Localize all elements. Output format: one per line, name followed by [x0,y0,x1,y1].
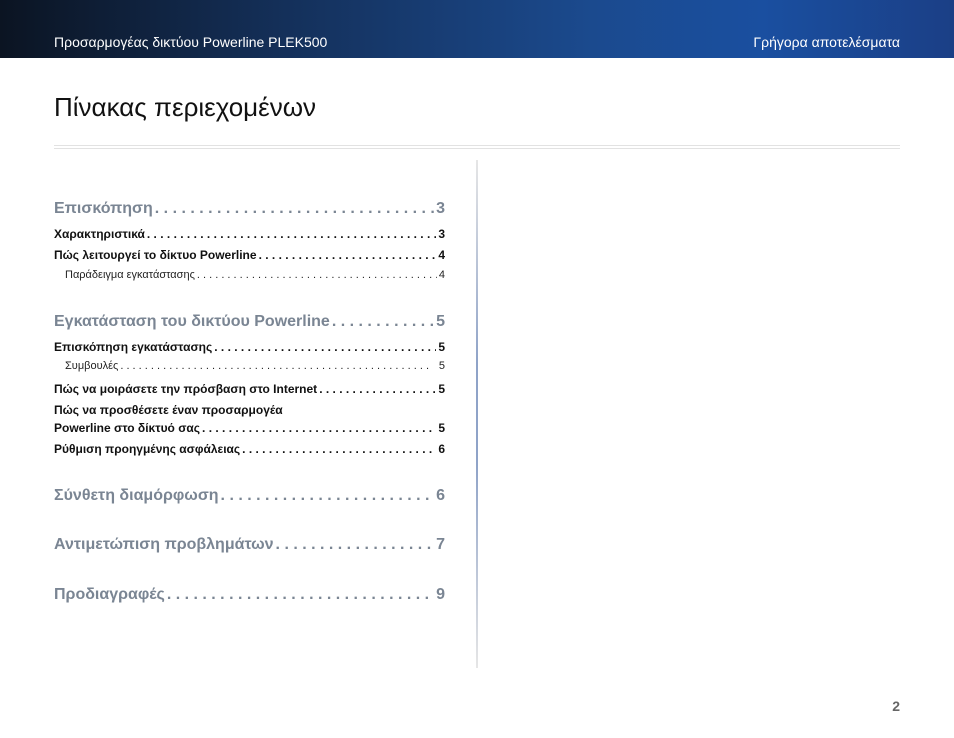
page-number: 2 [892,698,900,714]
toc-entry-label: Χαρακτηριστικά [54,227,145,241]
header-product-name: Προσαρμογέας δικτύου Powerline PLEK500 [54,34,328,50]
toc-dot-leader: . . . . . . . . . . . . . . . . . . . . … [120,360,429,372]
toc-entry-powerline-installation[interactable]: Εγκατάσταση του δικτύου Powerline . . . … [54,313,445,331]
title-divider [54,145,900,149]
toc-entry-label: Πώς να μοιράσετε την πρόσβαση στο Intern… [54,382,318,396]
toc-entry-add-adapter-line1[interactable]: Πώς να προσθέσετε έναν προσαρμογέα [54,403,283,417]
toc-page-number: 3 [436,200,445,217]
toc-dot-leader: . . . . . . . . . . . . . . . . . . . . … [202,421,436,435]
page-title: Πίνακας περιεχομένων [54,92,317,122]
column-divider [476,160,478,668]
toc-dot-leader: . . . . . . . . . . . . . . . . . . . . … [331,313,435,330]
toc-entry-label: Παράδειγμα εγκατάστασης [65,269,195,281]
toc-page-number: 5 [438,340,445,354]
toc-dot-leader: . . . . . . . . . . . . . . . . . . . . … [196,269,437,281]
toc-page-number: 6 [436,487,445,504]
toc-entry-how-powerline-works[interactable]: Πώς λειτουργεί το δίκτυο Powerline . . .… [54,248,445,262]
toc-entry-advanced-security[interactable]: Ρύθμιση προηγμένης ασφάλειας . . . . . .… [54,442,445,456]
toc-page-number: 3 [438,227,445,241]
toc-entry-label: Πώς λειτουργεί το δίκτυο Powerline [54,248,257,262]
toc-entry-label: Σύνθετη διαμόρφωση [54,487,219,504]
toc-dot-leader: . . . . . . . . . . . . . . . . . . . . … [146,227,436,241]
page-header-band: Προσαρμογέας δικτύου Powerline PLEK500 Γ… [0,0,954,58]
toc-page-number: 4 [438,248,445,262]
toc-entry-specifications[interactable]: Προδιαγραφές . . . . . . . . . . . . . .… [54,586,445,604]
toc-entry-advanced-configuration[interactable]: Σύνθετη διαμόρφωση . . . . . . . . . . .… [54,487,445,505]
toc-dot-leader: . . . . . . . . . . . . . . . . . . . . … [242,442,436,456]
toc-entry-share-internet[interactable]: Πώς να μοιράσετε την πρόσβαση στο Intern… [54,382,445,396]
toc-page-number: 5 [438,382,445,396]
toc-page-number: 5 [438,360,445,372]
toc-dot-leader: . . . . . . . . . . . . . . . . . . . . … [214,340,436,354]
toc-entry-installation-example[interactable]: Παράδειγμα εγκατάστασης . . . . . . . . … [54,269,445,281]
toc-page-number: 5 [436,313,445,330]
toc-page-number: 6 [438,442,445,456]
toc-entry-label: Αντιμετώπιση προβλημάτων [54,536,274,553]
header-document-type: Γρήγορα αποτελέσματα [753,34,900,50]
toc-dot-leader: . . . . . . . . . . . . . . . . . . . . … [166,586,434,603]
toc-entry-label: Ρύθμιση προηγμένης ασφάλειας [54,442,241,456]
toc-page-number: 9 [436,586,445,603]
toc-dot-leader: . . . . . . . . . . . . . . . . . . . . … [319,382,436,396]
toc-entry-label: Εγκατάσταση του δικτύου Powerline [54,313,330,330]
toc-page-number: 5 [438,421,445,435]
toc-page-number: 7 [436,536,445,553]
toc-entry-troubleshooting[interactable]: Αντιμετώπιση προβλημάτων . . . . . . . .… [54,536,445,554]
toc-entry-overview[interactable]: Επισκόπηση . . . . . . . . . . . . . . .… [54,200,445,218]
toc-entry-installation-overview[interactable]: Επισκόπηση εγκατάστασης . . . . . . . . … [54,340,445,354]
toc-entry-label: Επισκόπηση [54,200,153,217]
toc-entry-features[interactable]: Χαρακτηριστικά . . . . . . . . . . . . .… [54,227,445,241]
toc-dot-leader: . . . . . . . . . . . . . . . . . . . . … [154,200,434,217]
toc-page-number: 4 [438,269,445,281]
toc-entry-add-adapter[interactable]: Powerline στο δίκτυό σας . . . . . . . .… [54,421,445,435]
toc-entry-tips[interactable]: Συμβουλές . . . . . . . . . . . . . . . … [54,360,445,372]
toc-dot-leader: . . . . . . . . . . . . . . . . . . . . … [220,487,435,504]
toc-entry-label: Προδιαγραφές [54,586,165,603]
toc-entry-label: Powerline στο δίκτυό σας [54,421,201,435]
toc-entry-label: Συμβουλές [65,360,119,372]
toc-dot-leader: . . . . . . . . . . . . . . . . . . . . … [258,248,437,262]
toc-dot-leader: . . . . . . . . . . . . . . . . . . . . … [275,536,435,553]
toc-entry-label: Επισκόπηση εγκατάστασης [54,340,213,354]
